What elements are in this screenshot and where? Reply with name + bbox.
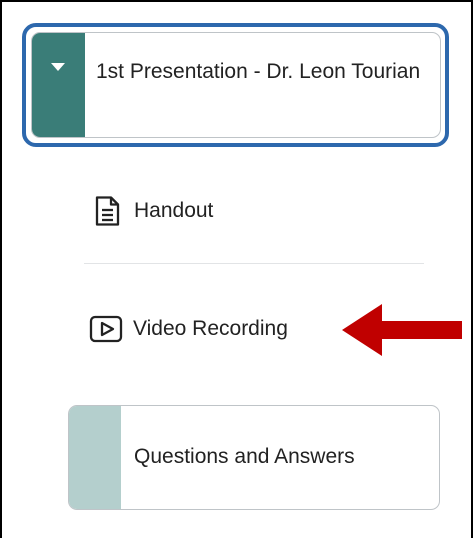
- video-play-icon: [89, 315, 123, 343]
- module-title: 1st Presentation - Dr. Leon Tourian: [96, 60, 421, 83]
- divider: [84, 263, 424, 264]
- video-recording-label: Video Recording: [133, 317, 288, 340]
- questions-title: Questions and Answers: [134, 445, 355, 468]
- video-recording-link[interactable]: Video Recording: [89, 313, 288, 345]
- caret-down-icon: [51, 63, 65, 71]
- handout-label: Handout: [134, 199, 214, 222]
- module-header-1st-presentation[interactable]: 1st Presentation - Dr. Leon Tourian: [31, 32, 441, 138]
- document-icon: [95, 196, 120, 226]
- module-header-questions-and-answers[interactable]: Questions and Answers: [68, 405, 440, 510]
- red-arrow-icon: [342, 304, 462, 356]
- collapsed-toggle-strip[interactable]: [69, 406, 121, 509]
- expand-toggle[interactable]: [32, 33, 85, 137]
- handout-link[interactable]: Handout: [92, 195, 213, 227]
